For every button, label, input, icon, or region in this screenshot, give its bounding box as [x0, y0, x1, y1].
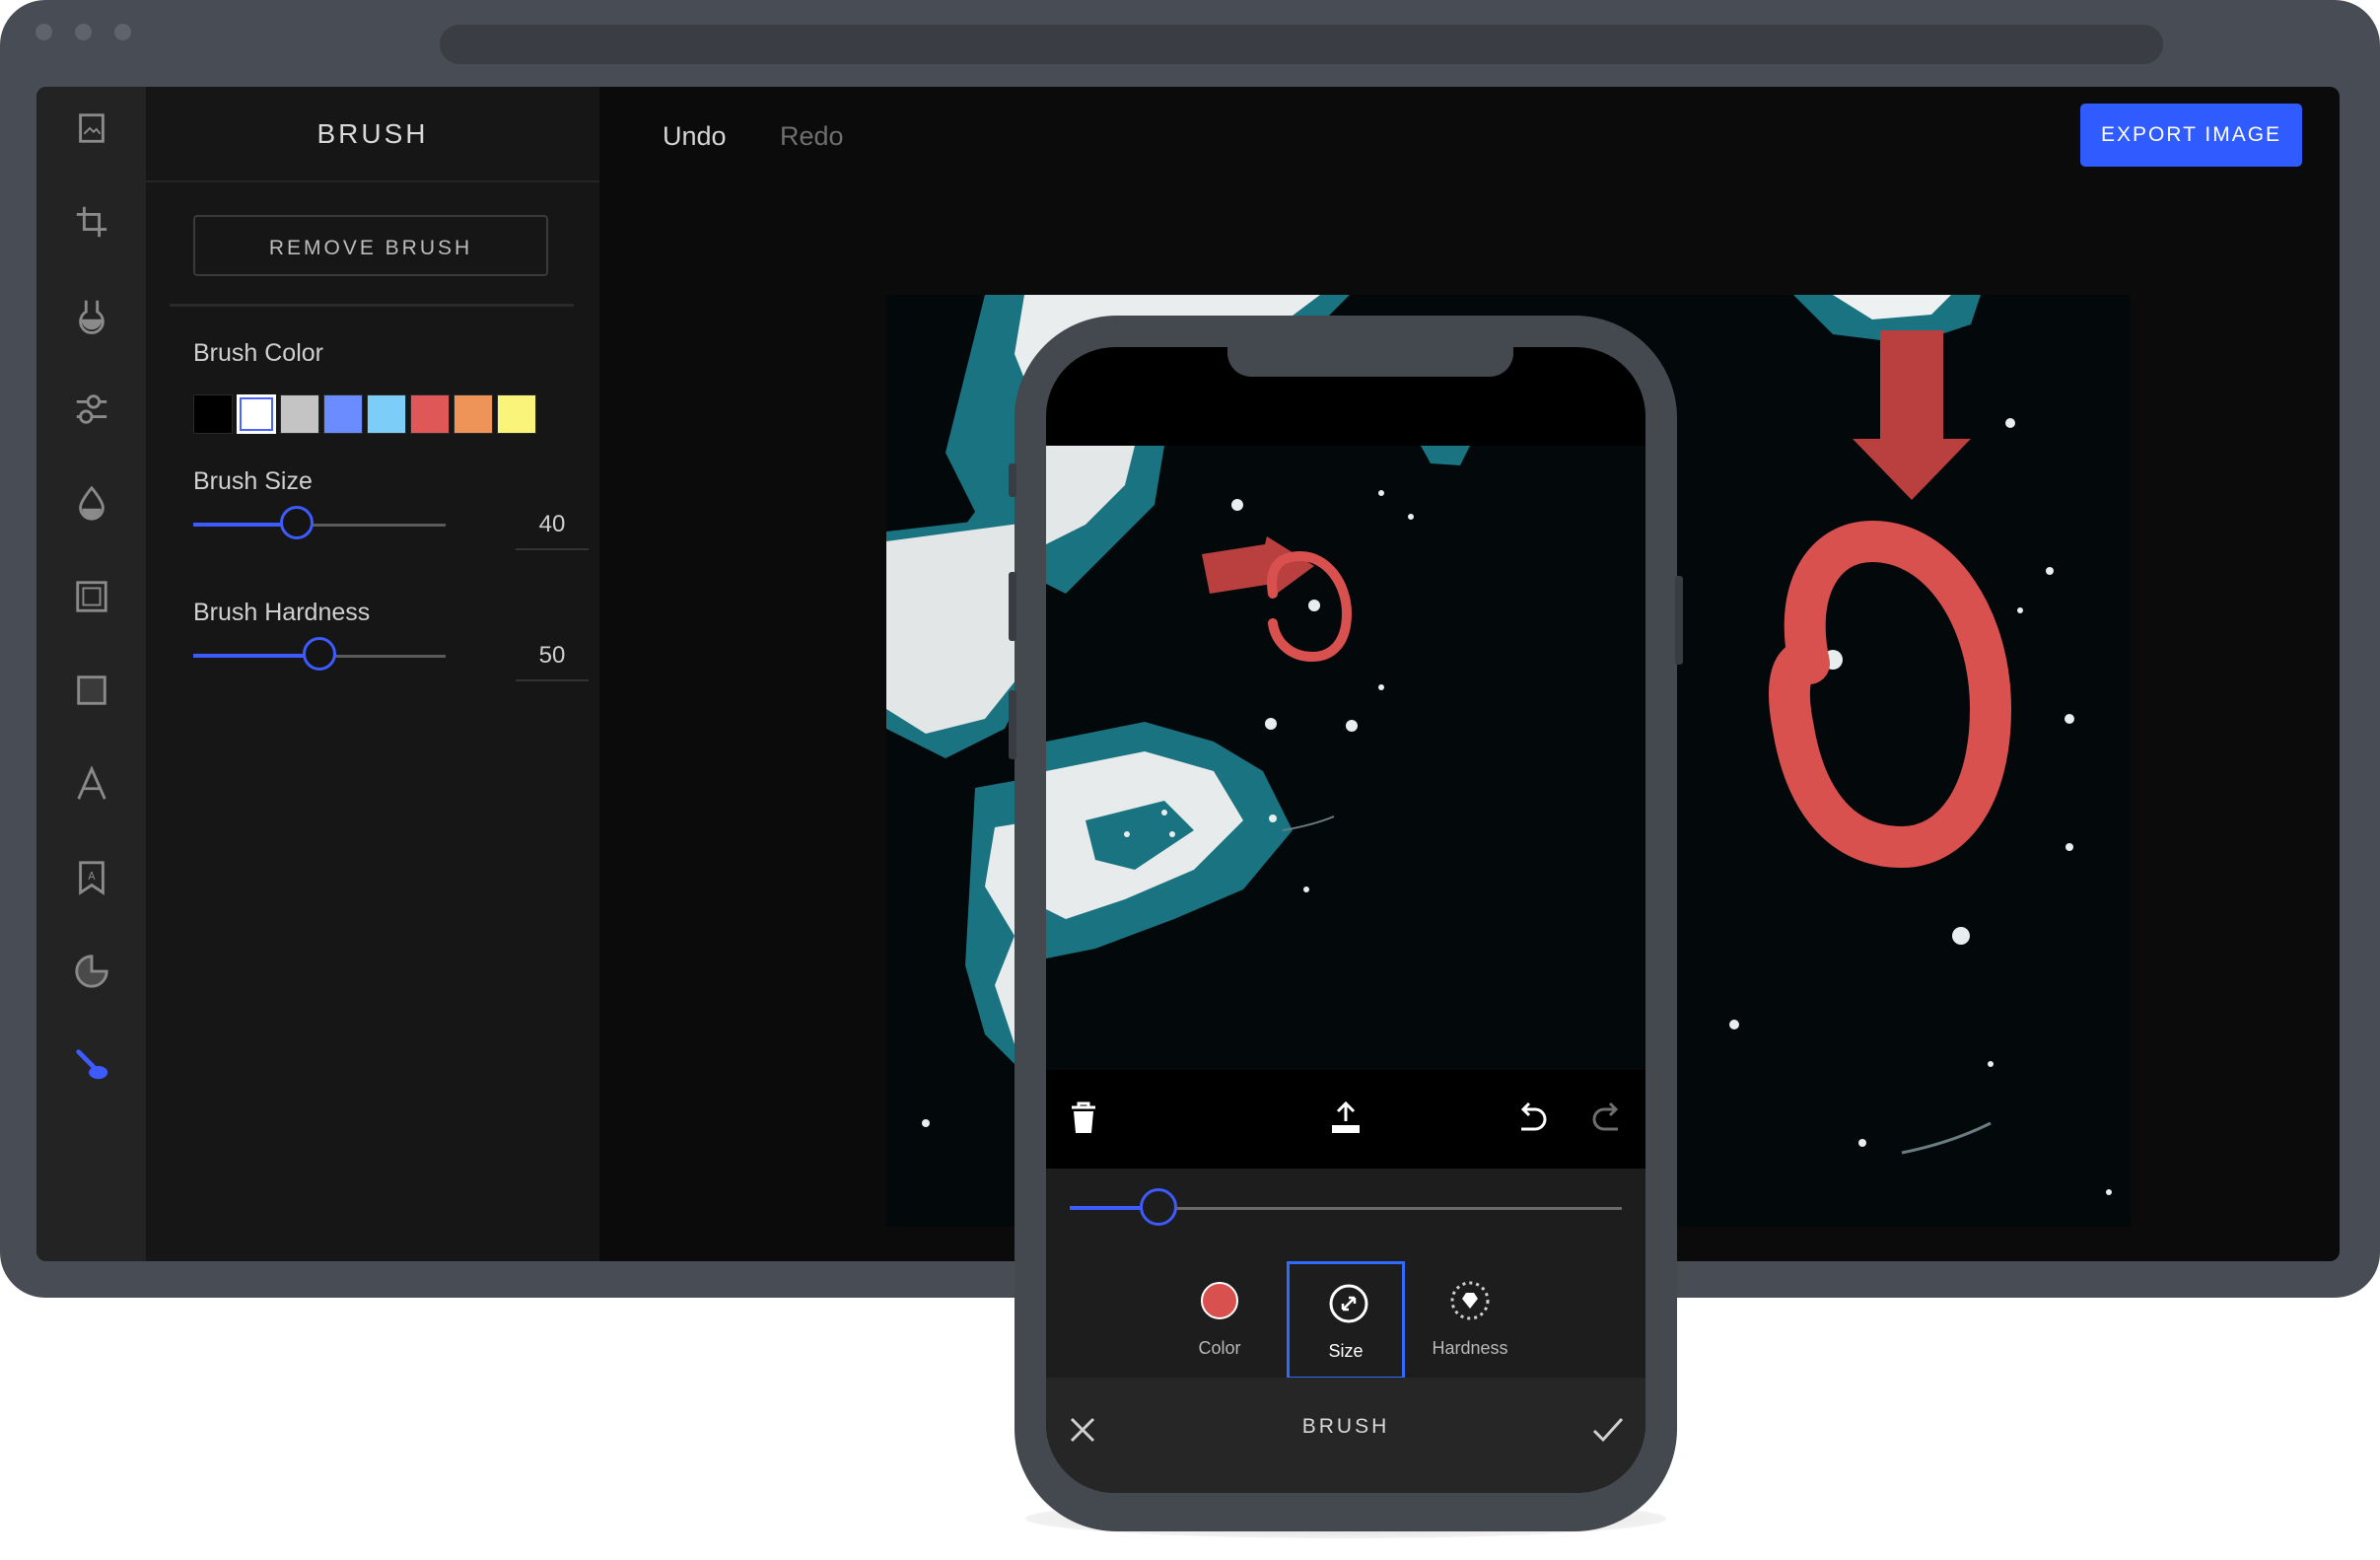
phone-screen: Color Size Hardness BRUSH: [1046, 347, 1645, 1493]
brush-size-slider[interactable]: [193, 505, 446, 544]
phone-notch: [1227, 347, 1513, 377]
brush-hardness-label: Brush Hardness: [193, 599, 371, 626]
phone-power-button: [1675, 576, 1683, 665]
tool-hardness-label: Hardness: [1432, 1338, 1508, 1358]
tool-size[interactable]: Size: [1287, 1261, 1405, 1380]
tool-size-label: Size: [1328, 1341, 1364, 1361]
address-bar[interactable]: [440, 25, 2163, 64]
text-icon[interactable]: [72, 764, 111, 804]
close-dot[interactable]: [35, 24, 52, 40]
color-swatch[interactable]: [367, 394, 406, 434]
brush-size-label: Brush Size: [193, 467, 313, 495]
hardness-icon: [1450, 1281, 1490, 1320]
color-swatch[interactable]: [193, 394, 233, 434]
filter-icon[interactable]: [72, 296, 111, 335]
color-swatch[interactable]: [237, 394, 276, 434]
tool-hardness[interactable]: Hardness: [1411, 1261, 1529, 1380]
image-icon[interactable]: [72, 108, 111, 148]
adjust-icon[interactable]: [72, 390, 111, 429]
tool-rail: A: [36, 87, 146, 1261]
brush-icon[interactable]: [72, 1045, 111, 1085]
remove-brush-button[interactable]: REMOVE BRUSH: [193, 215, 548, 276]
color-swatches: [193, 394, 536, 434]
color-swatch[interactable]: [410, 394, 450, 434]
phone-tool-tabs: Color Size Hardness: [1046, 1249, 1645, 1380]
brush-hardness-slider[interactable]: [193, 636, 446, 675]
slider-knob[interactable]: [303, 637, 336, 671]
color-dot-icon: [1201, 1282, 1238, 1319]
brush-hardness-value[interactable]: 50: [516, 642, 589, 681]
color-swatch[interactable]: [323, 394, 363, 434]
undo-button[interactable]: Undo: [663, 121, 727, 152]
frame-icon[interactable]: [72, 577, 111, 616]
phone-action-row: [1046, 1070, 1645, 1169]
window-controls: [35, 24, 131, 40]
redo-icon[interactable]: [1586, 1096, 1630, 1139]
upload-icon[interactable]: [1324, 1096, 1367, 1139]
size-icon: [1329, 1284, 1368, 1323]
phone-mute-switch: [1009, 463, 1016, 497]
phone-slider-area: [1046, 1169, 1645, 1249]
phone-bottom-bar: BRUSH: [1046, 1378, 1645, 1493]
tool-color-label: Color: [1198, 1338, 1241, 1358]
export-image-button[interactable]: EXPORT IMAGE: [2080, 104, 2302, 167]
phone-mockup: Color Size Hardness BRUSH: [1009, 316, 1683, 1531]
svg-text:A: A: [88, 871, 96, 883]
checkmark-icon[interactable]: [1590, 1413, 1626, 1447]
divider: [170, 304, 574, 307]
phone-volume-down: [1009, 690, 1016, 759]
phone-photo[interactable]: [1046, 446, 1645, 1070]
phone-volume-up: [1009, 572, 1016, 641]
phone-size-slider[interactable]: [1070, 1188, 1622, 1228]
maximize-dot[interactable]: [114, 24, 131, 40]
phone-photo-art: [1046, 446, 1470, 958]
brush-size-value[interactable]: 40: [516, 511, 589, 550]
color-swatch[interactable]: [280, 394, 319, 434]
sticker-icon[interactable]: A: [72, 858, 111, 897]
minimize-dot[interactable]: [75, 24, 92, 40]
redo-button[interactable]: Redo: [780, 121, 844, 152]
brush-panel: BRUSH REMOVE BRUSH Brush Color Brush Siz…: [146, 87, 599, 1261]
color-swatch[interactable]: [454, 394, 493, 434]
undo-icon[interactable]: [1509, 1096, 1553, 1139]
slider-fill: [193, 654, 319, 658]
color-swatch[interactable]: [497, 394, 536, 434]
drop-icon[interactable]: [72, 483, 111, 523]
crop-icon[interactable]: [72, 202, 111, 242]
focus-icon[interactable]: [72, 952, 111, 991]
overlay-icon[interactable]: [72, 671, 111, 710]
slider-knob[interactable]: [280, 506, 314, 539]
brush-color-label: Brush Color: [193, 339, 323, 367]
trash-icon[interactable]: [1062, 1096, 1105, 1139]
phone-title: BRUSH: [1301, 1415, 1390, 1438]
tool-color[interactable]: Color: [1160, 1261, 1279, 1380]
panel-title: BRUSH: [146, 87, 599, 182]
slider-knob[interactable]: [1140, 1188, 1177, 1226]
